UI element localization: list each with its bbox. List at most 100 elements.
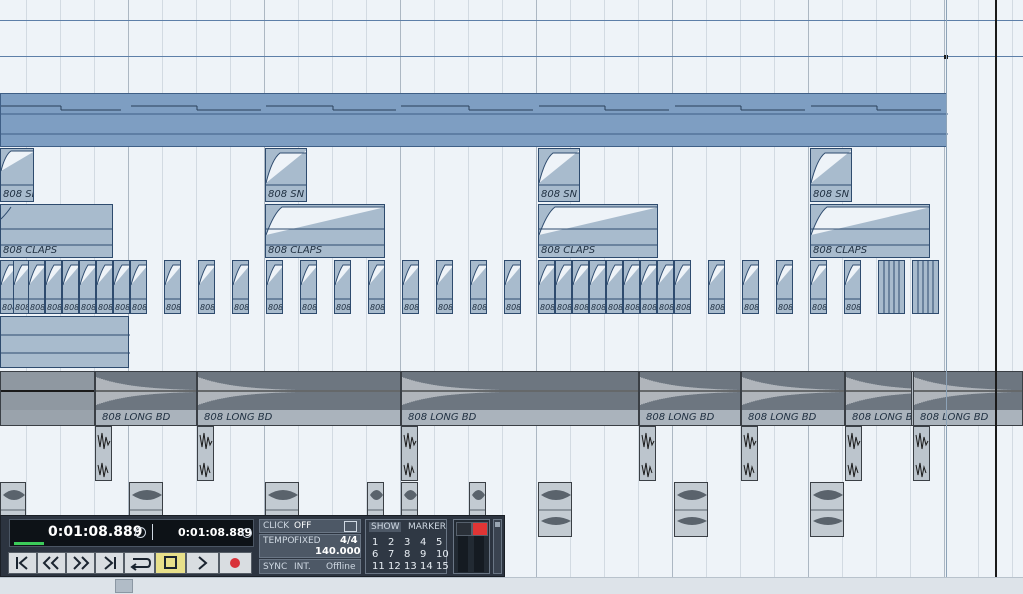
short-audio-part[interactable]	[845, 426, 862, 481]
short-audio-part[interactable]	[913, 426, 930, 481]
cycle-button[interactable]	[124, 552, 155, 574]
playback-cursor[interactable]	[995, 0, 997, 577]
claps-part[interactable]: 808 CLAPS	[265, 204, 385, 258]
hihat-part[interactable]: 808	[742, 260, 759, 314]
claps-part[interactable]: 808 CLAPS	[538, 204, 658, 258]
time-display[interactable]: 0:01:08.889 0:01:08.889	[9, 519, 254, 547]
top-midi-part[interactable]	[0, 93, 948, 147]
meter-clip-left[interactable]	[456, 522, 472, 536]
hihat-part[interactable]: 808	[232, 260, 249, 314]
hihat-part[interactable]: 808	[45, 260, 62, 314]
marker-button[interactable]: 13	[404, 561, 417, 572]
audio-part[interactable]	[810, 482, 844, 537]
marker-button[interactable]: 5	[436, 537, 442, 548]
kick-audio-part[interactable]: 808 LONG BD	[741, 371, 845, 426]
click-box[interactable]: CLICK OFF	[259, 519, 361, 533]
hihat-part[interactable]: 808	[164, 260, 181, 314]
clock-icon[interactable]	[135, 527, 146, 538]
hihat-part[interactable]: 808	[640, 260, 657, 314]
marker-button[interactable]: 7	[388, 549, 394, 560]
hihat-part[interactable]: 808	[657, 260, 674, 314]
kick-audio-part[interactable]: 808 LONG BD	[639, 371, 741, 426]
claps-part[interactable]: 808 CLAPS	[810, 204, 930, 258]
snare-part[interactable]: 808 SN	[0, 148, 34, 202]
stop-button[interactable]	[155, 552, 186, 574]
snare-part[interactable]: 808 SN	[538, 148, 580, 202]
audio-part[interactable]	[674, 482, 708, 537]
arrange-window[interactable]: 808 SN 808 SN 808 SN 808 SN 808 CLAPS 80…	[0, 0, 1023, 593]
kick-audio-part[interactable]: 808 LONG BD	[401, 371, 639, 426]
go-to-start-button[interactable]	[8, 552, 37, 574]
hihat-part[interactable]: 808	[62, 260, 79, 314]
sync-box[interactable]: SYNC INT. Offline	[259, 559, 361, 574]
hihat-part[interactable]: 808	[776, 260, 793, 314]
marker-button[interactable]: 12	[388, 561, 401, 572]
meter-clip-right[interactable]	[472, 522, 488, 536]
marker-button[interactable]: 2	[388, 537, 394, 548]
time-signature[interactable]: 4/4	[340, 535, 358, 546]
marker-button[interactable]: 4	[420, 537, 426, 548]
hihat-part[interactable]: 808	[266, 260, 283, 314]
marker-box[interactable]: SHOW MARKER 1 2 3 4 5 6 7 8 9 10 11 12 13 14 15	[365, 519, 449, 574]
fast-forward-button[interactable]	[66, 552, 95, 574]
kick-audio-part[interactable]: 808 LONG BD	[197, 371, 401, 426]
hihat-part[interactable]: 808	[198, 260, 215, 314]
hihat-part[interactable]: 808	[470, 260, 487, 314]
marker-button[interactable]: 10	[436, 549, 449, 560]
hihat-part[interactable]: 808	[674, 260, 691, 314]
hihat-part[interactable]	[878, 260, 905, 314]
hihat-part[interactable]: 808	[368, 260, 385, 314]
hihat-part[interactable]	[912, 260, 939, 314]
kick-audio-part[interactable]: 808 LONG BD	[95, 371, 197, 426]
kick-audio-part[interactable]	[0, 371, 95, 426]
play-button[interactable]	[186, 552, 219, 574]
hihat-part[interactable]: 808	[810, 260, 827, 314]
audio-part[interactable]	[538, 482, 572, 537]
scroll-thumb[interactable]	[115, 579, 133, 593]
position-slider[interactable]	[14, 542, 44, 545]
kick-audio-part[interactable]: 808 LONG B	[845, 371, 912, 426]
snare-part[interactable]: 808 SN	[265, 148, 307, 202]
hihat-part[interactable]: 808	[334, 260, 351, 314]
short-audio-part[interactable]	[639, 426, 656, 481]
hihat-part[interactable]: 808	[708, 260, 725, 314]
claps-part[interactable]: 808 CLAPS	[0, 204, 113, 258]
hihat-part[interactable]: 808	[538, 260, 555, 314]
hihat-part[interactable]: 808	[623, 260, 640, 314]
record-button[interactable]	[219, 552, 252, 574]
hihat-part[interactable]: 808	[436, 260, 453, 314]
left-midi-part[interactable]	[0, 316, 130, 368]
hihat-part[interactable]: 808	[79, 260, 96, 314]
snare-part[interactable]: 808 SN	[810, 148, 852, 202]
hihat-part[interactable]: 808	[589, 260, 606, 314]
rewind-button[interactable]	[37, 552, 66, 574]
marker-button[interactable]: 3	[404, 537, 410, 548]
short-audio-part[interactable]	[401, 426, 418, 481]
transport-panel[interactable]: + - 0:01:08.889 0:01:08.889 CLICK OFF TE…	[0, 515, 505, 577]
hihat-part[interactable]: 808	[113, 260, 130, 314]
go-to-end-button[interactable]	[95, 552, 124, 574]
clock-icon[interactable]	[242, 528, 252, 538]
metronome-icon[interactable]	[344, 521, 357, 532]
marker-button[interactable]: 11	[372, 561, 385, 572]
hihat-part[interactable]: 808	[504, 260, 521, 314]
marker-button[interactable]: 6	[372, 549, 378, 560]
marker-button[interactable]: 8	[404, 549, 410, 560]
short-audio-part[interactable]	[197, 426, 214, 481]
hihat-part[interactable]: 808	[844, 260, 861, 314]
tempo-box[interactable]: TEMPO FIXED 4/4 140.000	[259, 534, 361, 558]
tempo-value[interactable]: 140.000	[315, 546, 361, 557]
marker-button[interactable]: 15	[436, 561, 449, 572]
hihat-part[interactable]: 808	[96, 260, 113, 314]
hihat-part[interactable]: 808	[130, 260, 147, 314]
hihat-part[interactable]: 808	[606, 260, 623, 314]
short-audio-part[interactable]	[95, 426, 112, 481]
marker-button[interactable]: 14	[420, 561, 433, 572]
hihat-part[interactable]: 808	[572, 260, 589, 314]
short-audio-part[interactable]	[741, 426, 758, 481]
hihat-part[interactable]: 808	[300, 260, 317, 314]
hihat-part[interactable]: 808	[402, 260, 419, 314]
marker-button[interactable]: 1	[372, 537, 378, 548]
hihat-part[interactable]: 808	[555, 260, 572, 314]
transport-side-handle[interactable]	[493, 519, 502, 574]
